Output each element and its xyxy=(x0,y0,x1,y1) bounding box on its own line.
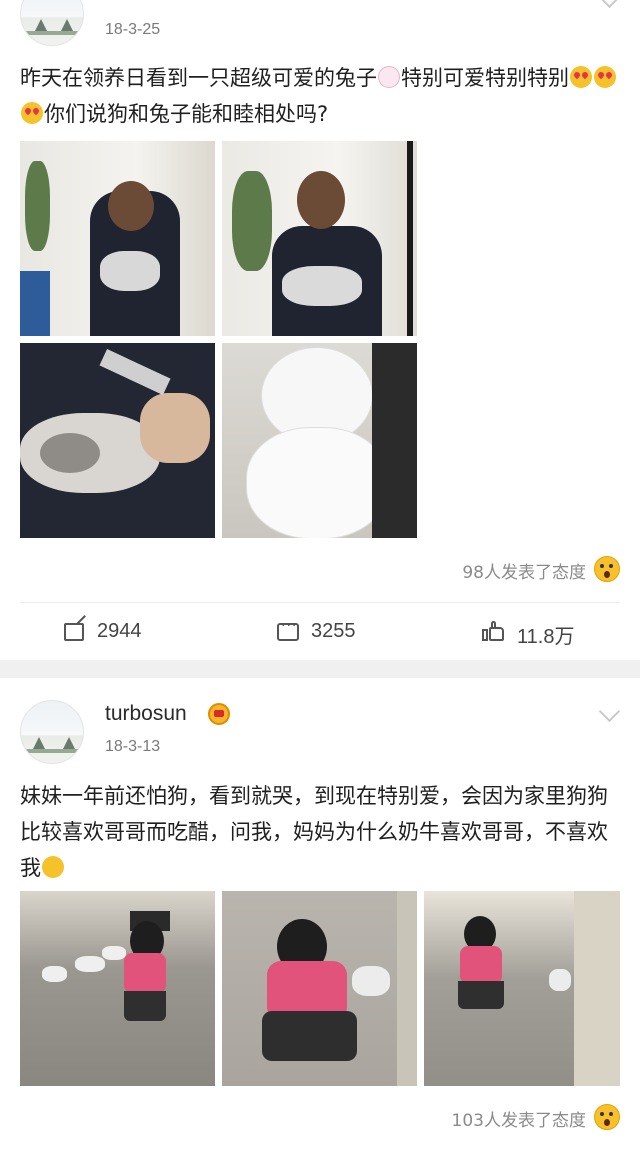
post-separator xyxy=(0,660,640,678)
heart-eyes-emoji-icon xyxy=(21,102,43,124)
heart-eyes-emoji-icon xyxy=(570,66,592,88)
username[interactable]: turbosun xyxy=(105,702,187,726)
post-date: 18-3-25 xyxy=(105,21,161,38)
thinking-emoji-icon xyxy=(42,856,64,878)
post-photo[interactable] xyxy=(424,891,620,1086)
post-text: 昨天在领养日看到一只超级可爱的兔子 特别可爱特别特别你们说狗和兔子能和睦相处吗? xyxy=(20,60,620,132)
chevron-down-icon[interactable] xyxy=(598,0,621,9)
post-1: 18-3-25 昨天在领养日看到一只超级可爱的兔子 特别可爱特别特别你们说狗和兔子… xyxy=(0,0,640,660)
avatar[interactable] xyxy=(20,0,84,46)
avatar[interactable] xyxy=(20,700,84,764)
reactions-count[interactable]: 103人发表了态度 xyxy=(452,1106,586,1131)
comment-count[interactable]: 3255 xyxy=(311,620,356,643)
like-count[interactable]: 11.8万 xyxy=(517,620,574,649)
like-icon[interactable] xyxy=(482,621,504,641)
surprised-face-icon[interactable] xyxy=(594,556,620,582)
post-date: 18-3-13 xyxy=(105,738,161,755)
post-text-segment: 妹妹一年前还怕狗，看到就哭，到现在特别爱，会因为家里狗狗比较喜欢哥哥而吃醋，问我… xyxy=(20,784,608,880)
rabbit-emoji-icon xyxy=(378,66,400,88)
post-text-segment: 你们说狗和兔子能和睦相处吗? xyxy=(44,102,329,126)
heart-eyes-emoji-icon xyxy=(594,66,616,88)
post-text: 妹妹一年前还怕狗，看到就哭，到现在特别爱，会因为家里狗狗比较喜欢哥哥而吃醋，问我… xyxy=(20,778,620,886)
comment-icon[interactable] xyxy=(277,618,299,641)
reactions-text: 98人发表了态度 xyxy=(462,563,586,583)
post-photo[interactable] xyxy=(222,141,417,336)
repost-icon[interactable] xyxy=(64,623,84,641)
post-photo[interactable] xyxy=(222,343,417,538)
post-photo[interactable] xyxy=(20,141,215,336)
post-photo[interactable] xyxy=(20,343,215,538)
reactions-text: 103人发表了态度 xyxy=(451,1111,586,1131)
reactions-count[interactable]: 98人发表了态度 xyxy=(462,558,586,583)
divider xyxy=(20,602,620,603)
vip-crown-icon xyxy=(208,703,230,725)
repost-count[interactable]: 2944 xyxy=(97,620,142,643)
chevron-down-icon[interactable] xyxy=(598,700,621,723)
surprised-face-icon[interactable] xyxy=(594,1104,620,1130)
post-photo[interactable] xyxy=(222,891,417,1086)
post-text-segment: 特别可爱特别特别 xyxy=(401,66,569,90)
post-photo[interactable] xyxy=(20,891,215,1086)
post-text-segment: 昨天在领养日看到一只超级可爱的兔子 xyxy=(20,66,377,90)
post-2: turbosun 18-3-13 妹妹一年前还怕狗，看到就哭，到现在特别爱，会因… xyxy=(0,678,640,1150)
